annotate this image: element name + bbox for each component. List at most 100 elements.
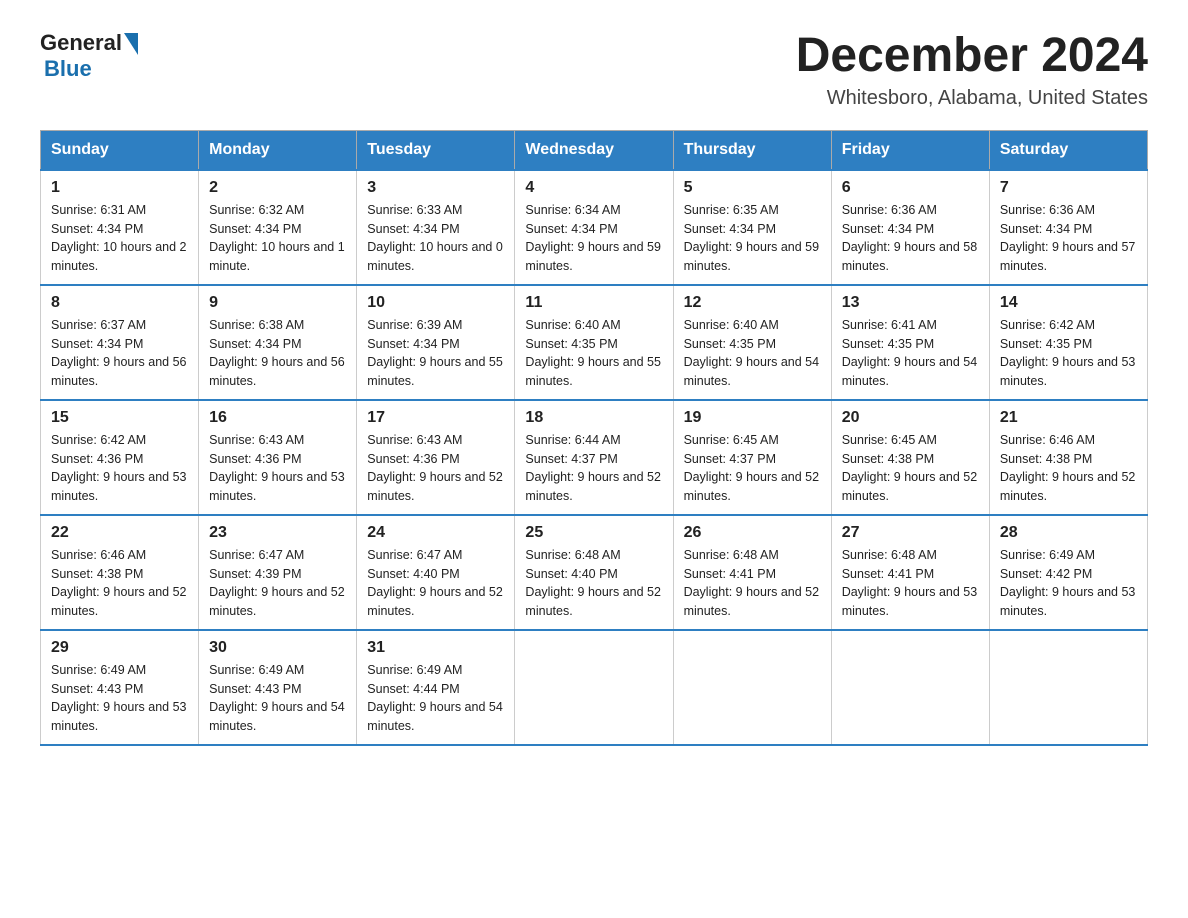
calendar-day-cell: 12 Sunrise: 6:40 AM Sunset: 4:35 PM Dayl… <box>673 285 831 400</box>
day-number: 21 <box>1000 409 1137 427</box>
calendar-day-cell: 3 Sunrise: 6:33 AM Sunset: 4:34 PM Dayli… <box>357 170 515 285</box>
day-info: Sunrise: 6:42 AM Sunset: 4:36 PM Dayligh… <box>51 431 188 506</box>
calendar-day-cell: 24 Sunrise: 6:47 AM Sunset: 4:40 PM Dayl… <box>357 515 515 630</box>
day-info: Sunrise: 6:46 AM Sunset: 4:38 PM Dayligh… <box>51 546 188 621</box>
calendar-day-cell: 4 Sunrise: 6:34 AM Sunset: 4:34 PM Dayli… <box>515 170 673 285</box>
day-info: Sunrise: 6:39 AM Sunset: 4:34 PM Dayligh… <box>367 316 504 391</box>
calendar-empty-cell <box>673 630 831 745</box>
day-number: 10 <box>367 294 504 312</box>
logo: General Blue <box>40 30 138 82</box>
day-number: 20 <box>842 409 979 427</box>
day-info: Sunrise: 6:36 AM Sunset: 4:34 PM Dayligh… <box>842 201 979 276</box>
calendar-day-cell: 8 Sunrise: 6:37 AM Sunset: 4:34 PM Dayli… <box>41 285 199 400</box>
day-number: 29 <box>51 639 188 657</box>
day-info: Sunrise: 6:41 AM Sunset: 4:35 PM Dayligh… <box>842 316 979 391</box>
calendar-day-cell: 26 Sunrise: 6:48 AM Sunset: 4:41 PM Dayl… <box>673 515 831 630</box>
calendar-day-cell: 10 Sunrise: 6:39 AM Sunset: 4:34 PM Dayl… <box>357 285 515 400</box>
day-number: 15 <box>51 409 188 427</box>
calendar-day-cell: 27 Sunrise: 6:48 AM Sunset: 4:41 PM Dayl… <box>831 515 989 630</box>
day-info: Sunrise: 6:48 AM Sunset: 4:40 PM Dayligh… <box>525 546 662 621</box>
day-info: Sunrise: 6:44 AM Sunset: 4:37 PM Dayligh… <box>525 431 662 506</box>
calendar-day-cell: 14 Sunrise: 6:42 AM Sunset: 4:35 PM Dayl… <box>989 285 1147 400</box>
calendar-day-cell: 25 Sunrise: 6:48 AM Sunset: 4:40 PM Dayl… <box>515 515 673 630</box>
day-number: 17 <box>367 409 504 427</box>
day-number: 13 <box>842 294 979 312</box>
day-number: 28 <box>1000 524 1137 542</box>
month-title: December 2024 <box>796 30 1148 83</box>
day-info: Sunrise: 6:42 AM Sunset: 4:35 PM Dayligh… <box>1000 316 1137 391</box>
day-number: 4 <box>525 179 662 197</box>
day-info: Sunrise: 6:47 AM Sunset: 4:40 PM Dayligh… <box>367 546 504 621</box>
calendar-day-cell: 22 Sunrise: 6:46 AM Sunset: 4:38 PM Dayl… <box>41 515 199 630</box>
calendar-week-row: 29 Sunrise: 6:49 AM Sunset: 4:43 PM Dayl… <box>41 630 1148 745</box>
day-number: 7 <box>1000 179 1137 197</box>
calendar-week-row: 8 Sunrise: 6:37 AM Sunset: 4:34 PM Dayli… <box>41 285 1148 400</box>
calendar-day-cell: 15 Sunrise: 6:42 AM Sunset: 4:36 PM Dayl… <box>41 400 199 515</box>
calendar-day-cell: 6 Sunrise: 6:36 AM Sunset: 4:34 PM Dayli… <box>831 170 989 285</box>
weekday-header-tuesday: Tuesday <box>357 130 515 170</box>
calendar-day-cell: 2 Sunrise: 6:32 AM Sunset: 4:34 PM Dayli… <box>199 170 357 285</box>
day-info: Sunrise: 6:49 AM Sunset: 4:43 PM Dayligh… <box>51 661 188 736</box>
calendar-day-cell: 21 Sunrise: 6:46 AM Sunset: 4:38 PM Dayl… <box>989 400 1147 515</box>
day-info: Sunrise: 6:34 AM Sunset: 4:34 PM Dayligh… <box>525 201 662 276</box>
weekday-header-saturday: Saturday <box>989 130 1147 170</box>
day-info: Sunrise: 6:31 AM Sunset: 4:34 PM Dayligh… <box>51 201 188 276</box>
calendar-week-row: 1 Sunrise: 6:31 AM Sunset: 4:34 PM Dayli… <box>41 170 1148 285</box>
weekday-header-wednesday: Wednesday <box>515 130 673 170</box>
day-info: Sunrise: 6:40 AM Sunset: 4:35 PM Dayligh… <box>684 316 821 391</box>
calendar-day-cell: 28 Sunrise: 6:49 AM Sunset: 4:42 PM Dayl… <box>989 515 1147 630</box>
calendar-day-cell: 1 Sunrise: 6:31 AM Sunset: 4:34 PM Dayli… <box>41 170 199 285</box>
weekday-header-friday: Friday <box>831 130 989 170</box>
day-number: 11 <box>525 294 662 312</box>
day-number: 25 <box>525 524 662 542</box>
day-info: Sunrise: 6:32 AM Sunset: 4:34 PM Dayligh… <box>209 201 346 276</box>
day-info: Sunrise: 6:43 AM Sunset: 4:36 PM Dayligh… <box>209 431 346 506</box>
calendar-day-cell: 5 Sunrise: 6:35 AM Sunset: 4:34 PM Dayli… <box>673 170 831 285</box>
logo-general-text: General <box>40 30 122 56</box>
calendar-day-cell: 11 Sunrise: 6:40 AM Sunset: 4:35 PM Dayl… <box>515 285 673 400</box>
title-block: December 2024 Whitesboro, Alabama, Unite… <box>796 30 1148 110</box>
day-number: 30 <box>209 639 346 657</box>
day-info: Sunrise: 6:49 AM Sunset: 4:43 PM Dayligh… <box>209 661 346 736</box>
page-header: General Blue December 2024 Whitesboro, A… <box>40 30 1148 110</box>
calendar-day-cell: 17 Sunrise: 6:43 AM Sunset: 4:36 PM Dayl… <box>357 400 515 515</box>
calendar-week-row: 15 Sunrise: 6:42 AM Sunset: 4:36 PM Dayl… <box>41 400 1148 515</box>
day-number: 22 <box>51 524 188 542</box>
calendar-day-cell: 30 Sunrise: 6:49 AM Sunset: 4:43 PM Dayl… <box>199 630 357 745</box>
day-info: Sunrise: 6:45 AM Sunset: 4:37 PM Dayligh… <box>684 431 821 506</box>
day-number: 8 <box>51 294 188 312</box>
calendar-day-cell: 7 Sunrise: 6:36 AM Sunset: 4:34 PM Dayli… <box>989 170 1147 285</box>
day-info: Sunrise: 6:35 AM Sunset: 4:34 PM Dayligh… <box>684 201 821 276</box>
calendar-day-cell: 19 Sunrise: 6:45 AM Sunset: 4:37 PM Dayl… <box>673 400 831 515</box>
day-number: 5 <box>684 179 821 197</box>
day-info: Sunrise: 6:45 AM Sunset: 4:38 PM Dayligh… <box>842 431 979 506</box>
day-info: Sunrise: 6:48 AM Sunset: 4:41 PM Dayligh… <box>842 546 979 621</box>
day-number: 26 <box>684 524 821 542</box>
day-info: Sunrise: 6:43 AM Sunset: 4:36 PM Dayligh… <box>367 431 504 506</box>
day-info: Sunrise: 6:38 AM Sunset: 4:34 PM Dayligh… <box>209 316 346 391</box>
day-number: 12 <box>684 294 821 312</box>
day-info: Sunrise: 6:49 AM Sunset: 4:44 PM Dayligh… <box>367 661 504 736</box>
day-number: 9 <box>209 294 346 312</box>
calendar-day-cell: 31 Sunrise: 6:49 AM Sunset: 4:44 PM Dayl… <box>357 630 515 745</box>
day-number: 3 <box>367 179 504 197</box>
day-info: Sunrise: 6:47 AM Sunset: 4:39 PM Dayligh… <box>209 546 346 621</box>
day-number: 1 <box>51 179 188 197</box>
day-number: 6 <box>842 179 979 197</box>
location-subtitle: Whitesboro, Alabama, United States <box>796 87 1148 110</box>
calendar-empty-cell <box>989 630 1147 745</box>
day-info: Sunrise: 6:48 AM Sunset: 4:41 PM Dayligh… <box>684 546 821 621</box>
day-number: 19 <box>684 409 821 427</box>
day-info: Sunrise: 6:49 AM Sunset: 4:42 PM Dayligh… <box>1000 546 1137 621</box>
day-number: 27 <box>842 524 979 542</box>
calendar-header-row: SundayMondayTuesdayWednesdayThursdayFrid… <box>41 130 1148 170</box>
calendar-day-cell: 23 Sunrise: 6:47 AM Sunset: 4:39 PM Dayl… <box>199 515 357 630</box>
day-info: Sunrise: 6:33 AM Sunset: 4:34 PM Dayligh… <box>367 201 504 276</box>
day-number: 18 <box>525 409 662 427</box>
calendar-day-cell: 29 Sunrise: 6:49 AM Sunset: 4:43 PM Dayl… <box>41 630 199 745</box>
day-number: 23 <box>209 524 346 542</box>
calendar-week-row: 22 Sunrise: 6:46 AM Sunset: 4:38 PM Dayl… <box>41 515 1148 630</box>
calendar-empty-cell <box>831 630 989 745</box>
weekday-header-thursday: Thursday <box>673 130 831 170</box>
weekday-header-monday: Monday <box>199 130 357 170</box>
